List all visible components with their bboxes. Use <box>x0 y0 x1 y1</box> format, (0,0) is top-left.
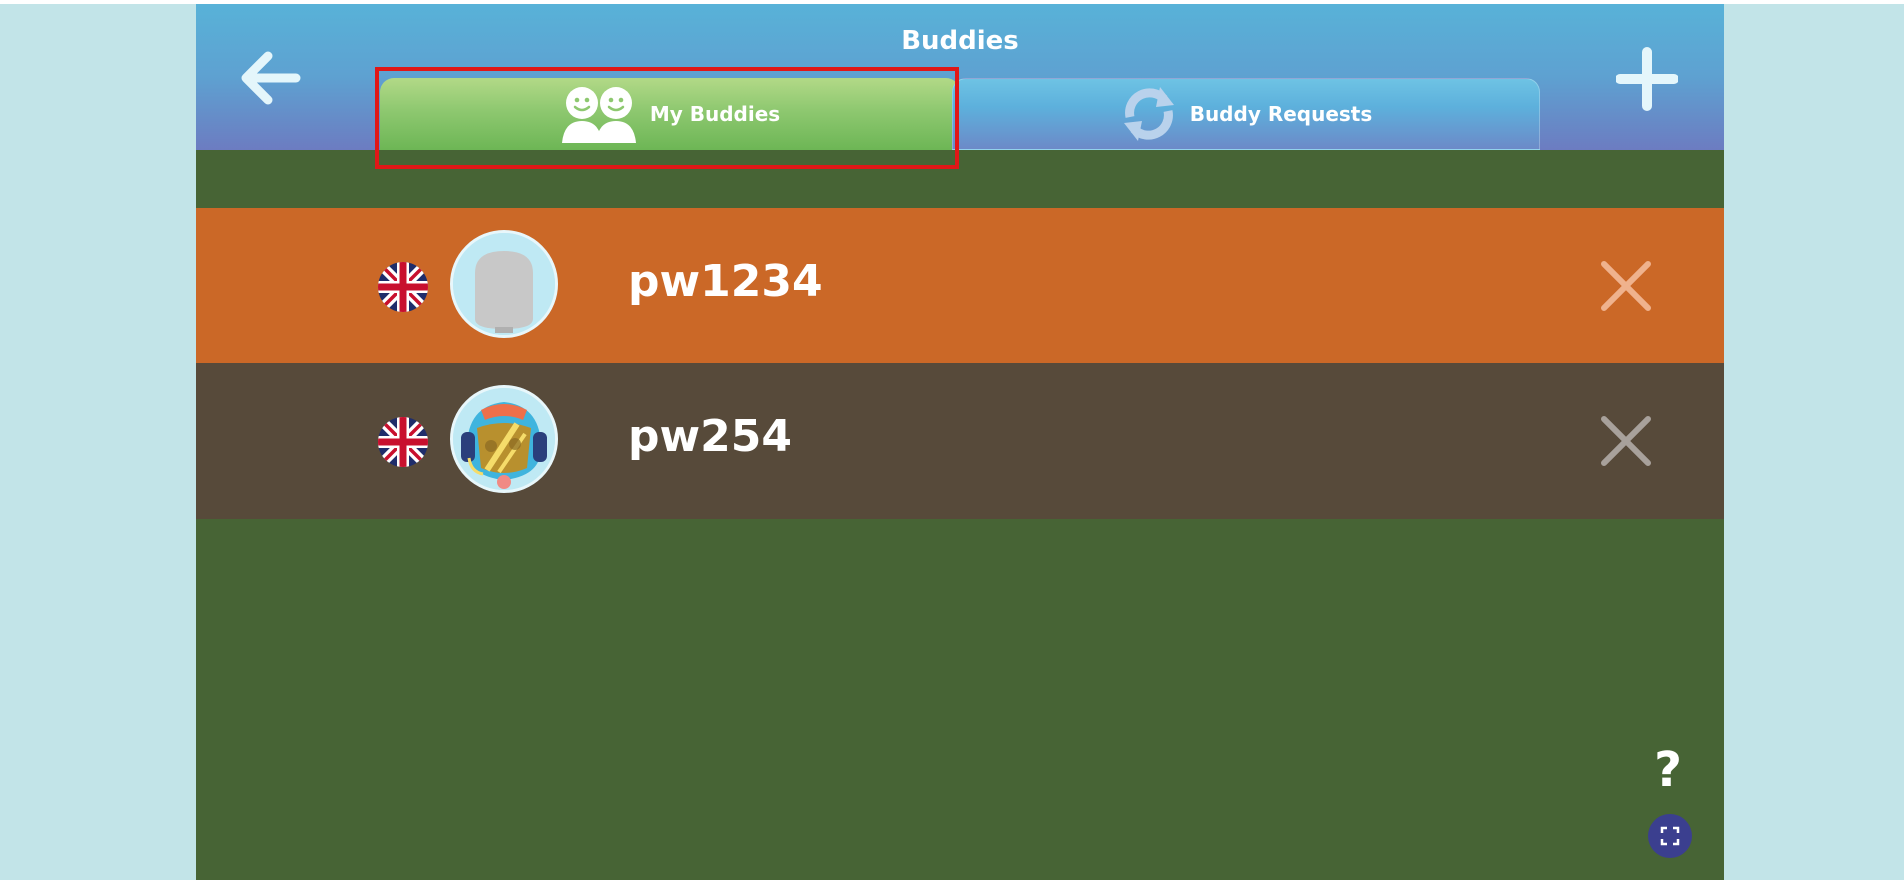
helmet-avatar-icon[interactable] <box>450 385 558 493</box>
buddy-row[interactable]: pw254 <box>196 363 1724 519</box>
buddy-row[interactable]: pw1234 <box>196 208 1724 364</box>
page-title: Buddies <box>901 26 1019 56</box>
tab-my-buddies-label: My Buddies <box>649 102 781 126</box>
default-avatar-icon[interactable] <box>450 230 558 338</box>
remove-buddy-button[interactable] <box>1600 260 1652 312</box>
buddies-screen: Buddies My Buddies Buddy Requests pw1234… <box>196 4 1724 881</box>
tab-bar: My Buddies Buddy Requests <box>380 78 1540 150</box>
plus-icon <box>1615 47 1679 111</box>
back-button[interactable] <box>238 50 302 106</box>
buddy-username: pw254 <box>628 411 792 462</box>
header-bar: Buddies My Buddies Buddy Requests <box>196 4 1724 150</box>
uk-flag-icon <box>378 262 428 312</box>
close-icon <box>1601 261 1651 311</box>
help-button[interactable]: ? <box>1648 744 1688 796</box>
fullscreen-button[interactable] <box>1648 814 1692 858</box>
buddy-username: pw1234 <box>628 256 823 307</box>
add-buddy-button[interactable] <box>1615 46 1679 112</box>
uk-flag-icon <box>378 417 428 467</box>
page-bottom-border <box>0 880 1904 885</box>
remove-buddy-button[interactable] <box>1600 415 1652 467</box>
refresh-arrows-icon <box>1120 85 1178 143</box>
tab-buddy-requests[interactable]: Buddy Requests <box>952 78 1540 150</box>
tab-my-buddies[interactable]: My Buddies <box>380 78 960 150</box>
close-icon <box>1601 416 1651 466</box>
fullscreen-icon <box>1660 826 1680 846</box>
tab-buddy-requests-label: Buddy Requests <box>1189 102 1373 126</box>
arrow-left-icon <box>241 51 301 105</box>
two-people-icon <box>560 85 638 143</box>
